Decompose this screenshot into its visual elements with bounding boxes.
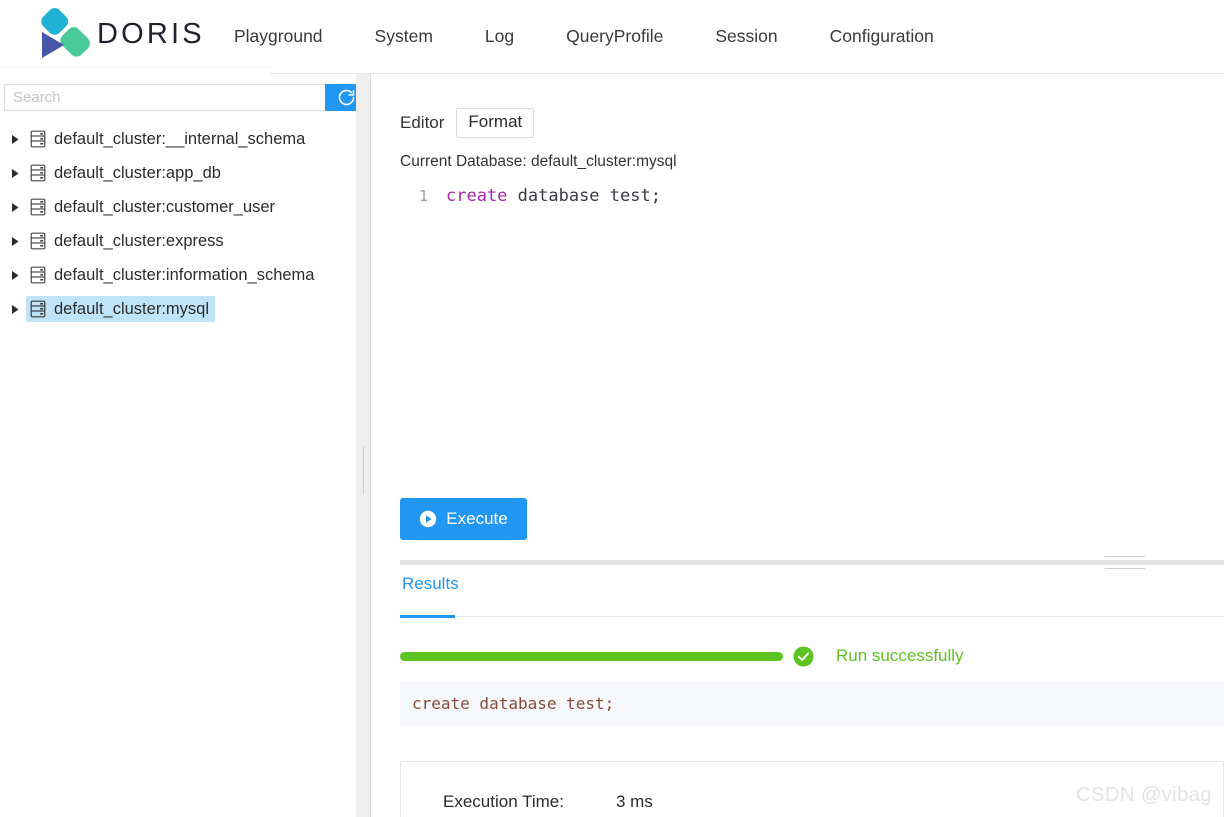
chevron-right-icon[interactable]	[4, 270, 26, 281]
nav-item-queryprofile[interactable]: QueryProfile	[566, 24, 663, 49]
editor-label: Editor	[400, 112, 445, 132]
tree-label-box: default_cluster:__internal_schema	[26, 126, 311, 152]
tree-item-label: default_cluster:app_db	[54, 163, 221, 182]
sql-code-editor[interactable]: 1 create database test;	[400, 186, 1224, 476]
tree-item-label: default_cluster:customer_user	[54, 197, 276, 216]
code-line: 1 create database test;	[400, 186, 1224, 210]
tree-node-internal-schema[interactable]: default_cluster:__internal_schema	[0, 122, 356, 156]
tree-item-label: default_cluster:__internal_schema	[54, 129, 306, 148]
tree-item-label: default_cluster:information_schema	[54, 265, 315, 284]
line-number: 1	[418, 187, 428, 205]
playground-main-panel: Editor Format Current Database: default_…	[372, 74, 1224, 817]
result-status-row: Run successfully	[400, 641, 1224, 671]
tree-node-express[interactable]: default_cluster:express	[0, 224, 356, 258]
chevron-right-icon[interactable]	[4, 134, 26, 145]
execution-time-value: 3 ms	[615, 792, 653, 811]
chevron-right-icon[interactable]	[4, 236, 26, 247]
search-row	[4, 84, 356, 111]
execute-button-label: Execute	[446, 509, 508, 528]
tree-item-label: default_cluster:mysql	[54, 299, 209, 318]
nav-item-system[interactable]: System	[375, 24, 433, 49]
app-header: DORIS Playground System Log QueryProfile…	[0, 0, 1224, 74]
database-icon	[30, 266, 46, 284]
nav-item-session[interactable]: Session	[715, 24, 777, 49]
tree-label-box: default_cluster:mysql	[26, 296, 215, 322]
tree-node-customer-user[interactable]: default_cluster:customer_user	[0, 190, 356, 224]
tree-label-box: default_cluster:express	[26, 228, 230, 254]
tree-node-mysql[interactable]: default_cluster:mysql	[0, 292, 356, 326]
database-icon	[30, 300, 46, 318]
results-tabs: Results	[400, 574, 1224, 618]
tree-item-label: default_cluster:express	[54, 231, 224, 250]
execution-summary-card: Execution Time: 3 ms	[400, 761, 1224, 817]
nav-item-log[interactable]: Log	[485, 24, 514, 49]
main-nav: Playground System Log QueryProfile Sessi…	[234, 24, 934, 49]
tree-node-app-db[interactable]: default_cluster:app_db	[0, 156, 356, 190]
database-icon	[30, 232, 46, 250]
execution-time-row: Execution Time: 3 ms	[443, 792, 653, 812]
results-resize-splitter[interactable]	[400, 556, 1224, 569]
chevron-right-icon[interactable]	[4, 168, 26, 179]
tab-bar-divider	[455, 616, 1224, 617]
tree-node-information-schema[interactable]: default_cluster:information_schema	[0, 258, 356, 292]
status-text: Run successfully	[836, 646, 964, 665]
nav-item-playground[interactable]: Playground	[234, 24, 323, 49]
app-root: DORIS Playground System Log QueryProfile…	[0, 0, 1224, 817]
check-circle-icon	[793, 646, 814, 667]
nav-item-configuration[interactable]: Configuration	[830, 24, 934, 49]
chevron-right-icon[interactable]	[4, 304, 26, 315]
progress-bar	[400, 651, 783, 661]
sidebar-resize-splitter[interactable]	[356, 74, 371, 817]
editor-toolbar: Editor Format	[400, 108, 535, 138]
play-circle-icon	[419, 510, 437, 528]
splitter-handle-horizontal	[1105, 554, 1145, 571]
database-icon	[30, 164, 46, 182]
execution-time-label: Execution Time:	[443, 792, 564, 811]
tab-results[interactable]: Results	[400, 574, 461, 606]
executed-sql-panel: create database test;	[400, 681, 1224, 725]
database-icon	[30, 198, 46, 216]
refresh-button[interactable]	[325, 84, 356, 111]
chevron-right-icon[interactable]	[4, 202, 26, 213]
execute-button[interactable]: Execute	[400, 498, 527, 540]
tree-label-box: default_cluster:information_schema	[26, 262, 320, 288]
sql-rest: database test;	[507, 186, 661, 206]
code-content: create database test;	[434, 186, 661, 206]
database-sidebar: default_cluster:__internal_schema	[0, 74, 356, 817]
tab-active-indicator	[400, 615, 455, 618]
tree-label-box: default_cluster:app_db	[26, 160, 227, 186]
splitter-handle	[363, 446, 364, 494]
refresh-icon	[336, 87, 356, 108]
search-input[interactable]	[4, 84, 325, 111]
database-icon	[30, 130, 46, 148]
sql-keyword: create	[446, 186, 508, 206]
database-tree: default_cluster:__internal_schema defaul…	[0, 122, 356, 326]
tree-label-box: default_cluster:customer_user	[26, 194, 281, 220]
doris-logo-icon[interactable]	[30, 6, 92, 68]
current-database-label: Current Database: default_cluster:mysql	[400, 153, 677, 170]
brand-title: DORIS	[97, 18, 205, 50]
executed-sql-text: create database test;	[412, 693, 615, 713]
format-button[interactable]: Format	[456, 108, 535, 138]
